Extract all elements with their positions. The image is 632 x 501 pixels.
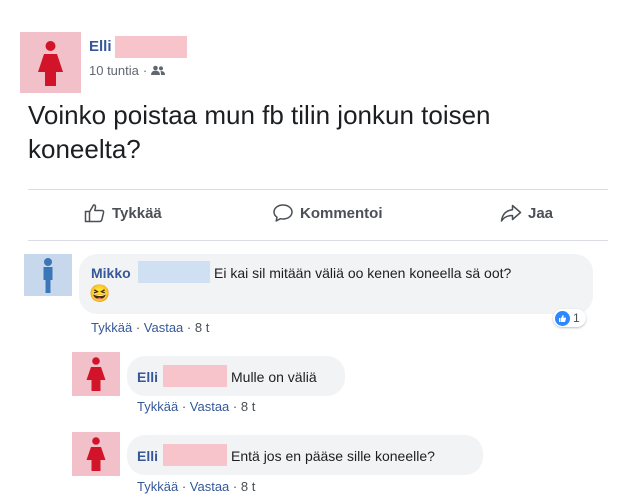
meta-separator: · [142,63,148,78]
laughing-emoji: 😆 [89,284,111,303]
commenter-surname-redaction [138,261,210,283]
friends-icon[interactable] [151,65,166,76]
post-text-line-2: koneelta? [28,134,141,164]
reply-avatar-elli-2[interactable] [72,432,120,476]
post-text: Voinko poistaa mun fb tilin jonkun toise… [28,98,491,166]
reply-2-actions: Tykkää · Vastaa · 8 t [137,479,256,494]
comment-reply-link[interactable]: Vastaa [144,320,184,335]
like-button[interactable]: Tykkää [84,203,162,223]
share-label: Jaa [528,204,554,222]
female-silhouette-icon [86,357,106,391]
reply-surname-redaction [163,365,227,387]
female-silhouette-icon [86,437,106,471]
reply-actions: Tykkää · Vastaa · 8 t [137,399,256,414]
reply-2-like-link[interactable]: Tykkää [137,479,178,494]
post-meta: 10 tuntia · [89,63,166,78]
thumbs-up-icon [84,204,105,223]
reply-2-time[interactable]: 8 t [241,479,255,494]
reply-author[interactable]: Elli [137,369,158,385]
post-author-avatar[interactable] [20,32,81,93]
comment-actions: Tykkää · Vastaa · 8 t [91,320,210,335]
like-label: Tykkää [112,204,162,222]
comment-author[interactable]: Mikko [91,265,131,281]
reply-avatar-elli[interactable] [72,352,120,396]
post-author-name[interactable]: Elli [89,38,112,55]
reply-reply-link[interactable]: Vastaa [190,399,230,414]
post-text-line-1: Voinko poistaa mun fb tilin jonkun toise… [28,100,491,130]
like-reaction-icon [555,310,570,326]
post-time[interactable]: 10 tuntia [89,63,139,78]
comment-button[interactable]: Kommentoi [272,203,383,223]
reply-2-author[interactable]: Elli [137,448,158,464]
share-arrow-icon [500,204,522,222]
divider-bottom [28,240,608,241]
comment-avatar-mikko[interactable] [24,254,72,296]
comment-like-link[interactable]: Tykkää [91,320,132,335]
reply-text: Mulle on väliä [231,369,317,385]
female-silhouette-icon [38,41,63,86]
comment-text: Ei kai sil mitään väliä oo kenen koneell… [214,265,512,281]
facebook-post-screenshot: { "post": { "author": "Elli", "time": "1… [0,0,632,501]
comment-label: Kommentoi [300,204,383,222]
reply-2-reply-link[interactable]: Vastaa [190,479,230,494]
reply-time[interactable]: 8 t [241,399,255,414]
author-surname-redaction [115,36,187,58]
reaction-count-badge[interactable]: 1 [553,309,586,327]
divider-top [28,189,608,190]
reply-2-surname-redaction [163,444,227,466]
share-button[interactable]: Jaa [500,203,553,223]
reaction-count: 1 [573,311,580,325]
reply-2-text: Entä jos en pääse sille koneelle? [231,448,435,464]
speech-bubble-icon [273,204,293,222]
comment-time[interactable]: 8 t [195,320,209,335]
male-silhouette-icon [43,258,53,293]
reply-like-link[interactable]: Tykkää [137,399,178,414]
